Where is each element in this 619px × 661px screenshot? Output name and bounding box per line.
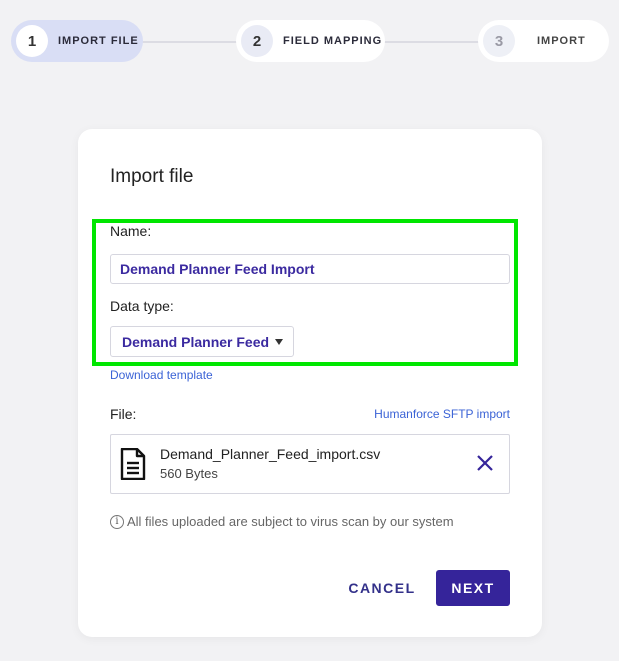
caret-down-icon [275, 339, 283, 345]
step-label: FIELD MAPPING [283, 35, 383, 47]
step-connector [383, 41, 483, 43]
name-input[interactable]: Demand Planner Feed Import [110, 254, 510, 284]
download-template-link[interactable]: Download template [110, 368, 213, 382]
step-number: 3 [483, 25, 515, 57]
file-name: Demand_Planner_Feed_import.csv [160, 446, 381, 462]
step-label: IMPORT [537, 35, 586, 47]
cancel-button[interactable]: CANCEL [342, 570, 422, 606]
step-label: IMPORT FILE [58, 35, 139, 47]
step-number: 1 [16, 25, 48, 57]
dialog-title: Import file [110, 166, 194, 187]
file-label: File: [110, 406, 137, 422]
name-label: Name: [110, 223, 152, 239]
import-stepper: 1 IMPORT FILE 2 FIELD MAPPING 3 IMPORT [0, 0, 619, 80]
step-field-mapping[interactable]: 2 FIELD MAPPING [236, 20, 385, 62]
import-file-dialog: Import file Name: Demand Planner Feed Im… [78, 129, 542, 637]
virus-scan-notice: i All files uploaded are subject to viru… [110, 514, 454, 529]
uploaded-file: Demand_Planner_Feed_import.csv 560 Bytes [110, 434, 510, 494]
step-number: 2 [241, 25, 273, 57]
close-icon[interactable] [476, 454, 494, 472]
data-type-value: Demand Planner Feed [122, 333, 270, 350]
file-size: 560 Bytes [160, 466, 218, 481]
document-icon [120, 448, 146, 480]
step-import[interactable]: 3 IMPORT [478, 20, 609, 62]
next-button[interactable]: NEXT [436, 570, 510, 606]
sftp-import-link[interactable]: Humanforce SFTP import [374, 407, 510, 421]
step-connector [140, 41, 240, 43]
data-type-label: Data type: [110, 298, 174, 314]
data-type-select[interactable]: Demand Planner Feed [110, 326, 294, 357]
step-import-file[interactable]: 1 IMPORT FILE [11, 20, 143, 62]
info-icon: i [110, 514, 124, 529]
notice-text: All files uploaded are subject to virus … [127, 514, 454, 529]
